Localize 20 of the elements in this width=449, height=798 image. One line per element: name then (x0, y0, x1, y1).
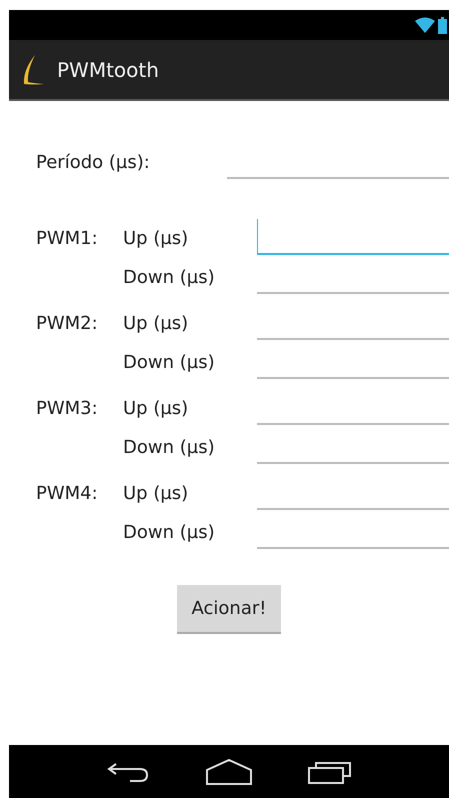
app-title: PWMtooth (57, 58, 159, 82)
home-icon[interactable] (206, 758, 252, 784)
field-label: Down (µs) (123, 266, 215, 288)
pwm-label: PWM4: (36, 482, 98, 504)
pwm-label: PWM2: (36, 312, 98, 334)
field-label: Up (µs) (123, 312, 188, 334)
field-label: Up (µs) (123, 482, 188, 504)
field-label: Down (µs) (123, 352, 215, 372)
field-label: Down (µs) (123, 522, 215, 542)
period-label: Período (µs): (36, 152, 150, 172)
acionar-button[interactable]: Acionar! (177, 585, 281, 634)
pwm-label: PWM3: (36, 398, 98, 418)
recent-apps-icon[interactable] (308, 760, 352, 784)
field-label: Up (µs) (123, 228, 188, 248)
back-icon[interactable] (106, 760, 150, 782)
pwm-label: PWM1: (36, 228, 98, 248)
field-label: Up (µs) (123, 398, 188, 418)
wifi-icon (415, 17, 435, 33)
field-label: Down (µs) (123, 436, 215, 458)
battery-icon (438, 16, 447, 34)
